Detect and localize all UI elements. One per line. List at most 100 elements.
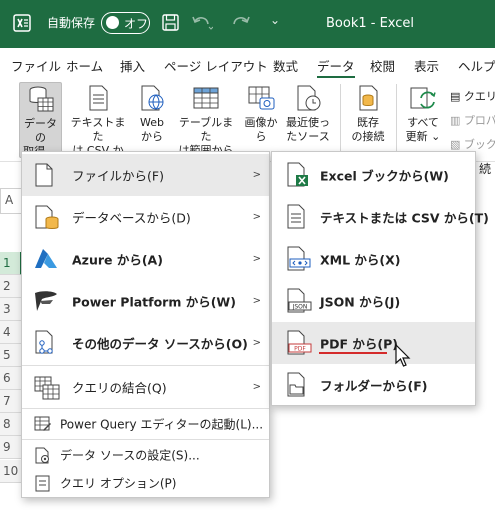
workbook-links-button[interactable]: ▧ ブック [450,136,495,152]
file-icon [35,163,53,187]
autosave-label: 自動保存 [47,16,96,30]
undo-icon[interactable] [191,13,213,33]
links-icon: ▧ [450,138,461,151]
ribbon-tabs: ファイル ホーム 挿入 ページ レイアウト 数式 データ 校閲 表示 ヘルプ [0,48,495,79]
text-file-icon [89,85,108,111]
menu-item-combine-queries[interactable]: クエリの結合(Q) > [22,367,269,407]
from-picture-label-1: 画像から [244,116,278,143]
query-options-icon [35,475,50,492]
row-header[interactable]: 6 [0,367,22,390]
submenu-arrow-icon: > [252,337,261,349]
recent-sources-button[interactable]: 最近使っ たソース [284,82,332,158]
menu-item-from-other-sources[interactable]: その他のデータ ソースから(O) > [22,322,269,364]
get-data-menu: ファイルから(F) > データベースから(D) > Azure から(A) > … [21,151,270,498]
menu-separator [22,365,269,366]
from-table-button[interactable]: テーブルまた は範囲から [175,82,237,158]
tab-data[interactable]: データ [317,56,355,79]
submenu-arrow-icon: > [252,169,261,181]
redo-icon[interactable] [230,13,252,33]
submenu-item-excel-workbook[interactable]: Excel ブックから(W) [272,154,475,196]
tab-review[interactable]: 校閲 [370,56,395,75]
properties-button[interactable]: ▥ プロパ [450,112,495,128]
document-title: Book1 - Excel [326,16,415,31]
menu-item-label: クエリ オプション(P) [60,476,177,491]
submenu-item-xml[interactable]: XML から(X) [272,238,475,280]
excel-logo-icon [13,14,31,32]
submenu-arrow-icon: > [252,295,261,307]
queries-icon: ▤ [450,90,461,103]
row-header[interactable]: 10 [0,460,22,483]
submenu-item-folder[interactable]: フォルダーから(F) [272,364,475,406]
menu-item-from-azure[interactable]: Azure から(A) > [22,238,269,280]
save-icon[interactable] [162,14,179,31]
menu-separator [22,439,269,440]
mouse-pointer-icon [395,344,411,367]
properties-icon: ▥ [450,114,461,127]
submenu-item-label: Excel ブックから(W) [320,168,449,184]
tab-formulas[interactable]: 数式 [273,56,298,75]
database-table-icon [29,86,53,112]
menu-item-query-options[interactable]: クエリ オプション(P) [22,469,269,497]
existing-connections-icon [359,85,378,111]
recent-clock-icon [297,85,321,111]
menu-item-from-file[interactable]: ファイルから(F) > [22,154,269,196]
menu-item-from-power-platform[interactable]: Power Platform から(W) > [22,280,269,322]
submenu-item-label: フォルダーから(F) [320,378,428,394]
data-source-settings-icon [35,447,49,464]
tab-help[interactable]: ヘルプ [458,56,495,75]
pdf-icon: PDF [287,330,312,355]
row-header[interactable]: 7 [0,390,22,413]
tab-home[interactable]: ホーム [66,56,103,75]
tab-view[interactable]: 表示 [414,56,439,75]
existing-connections-button[interactable]: 既存 の接続 [348,82,388,158]
row-header[interactable]: 8 [0,413,22,436]
power-platform-icon [35,291,57,311]
row-header[interactable]: 5 [0,344,22,367]
from-text-csv-button[interactable]: テキストまた は CSV から [68,82,128,171]
folder-icon [287,372,305,397]
tab-insert[interactable]: 挿入 [120,56,145,75]
title-bar: 自動保存 オフ ⌄ Book1 - Excel [0,0,495,48]
submenu-item-label: JSON から(J) [320,294,401,310]
menu-item-label: データベースから(D) [72,210,191,226]
menu-item-launch-pq-editor[interactable]: Power Query エディターの起動(L)... [22,410,269,438]
tab-file[interactable]: ファイル [11,56,61,75]
row-header[interactable]: 4 [0,321,22,344]
excel-workbook-icon [287,162,308,187]
row-header[interactable]: 1 [0,252,22,275]
queries-label: クエリ [463,90,495,103]
queries-button[interactable]: ▤ クエリ [450,88,495,104]
submenu-item-text-csv[interactable]: テキストまたは CSV から(T) [272,196,489,238]
existing-connections-label-2: の接続 [351,130,385,143]
from-table-label-1: テーブルまた [178,116,234,143]
row-header[interactable]: 9 [0,436,22,459]
from-web-button[interactable]: Web から [134,82,170,158]
tab-page-layout[interactable]: ページ レイアウト [164,56,268,75]
submenu-item-json[interactable]: JSON JSON から(J) [272,280,475,322]
menu-item-label: ファイルから(F) [72,168,164,184]
refresh-all-button[interactable]: すべて 更新 ⌄ [402,82,444,158]
refresh-all-label-2: 更新 ⌄ [405,130,441,143]
autosave-toggle[interactable]: オフ [101,12,150,34]
text-csv-icon [287,204,305,229]
menu-item-label: Power Platform から(W) [72,294,236,310]
row-header[interactable]: 3 [0,298,22,321]
menu-separator [22,408,269,409]
svg-text:JSON: JSON [292,304,308,311]
submenu-item-label: XML から(X) [320,252,401,268]
ribbon-cut-off-text: 続 [479,162,492,176]
from-web-label-2: から [141,130,163,143]
row-header[interactable]: 2 [0,275,22,298]
toggle-state-label: オフ [124,17,149,31]
name-box[interactable]: A [0,188,22,214]
menu-item-data-source-settings[interactable]: データ ソースの設定(S)... [22,441,269,469]
get-data-button[interactable]: データの 取得 ⌄ [19,82,62,158]
submenu-item-pdf[interactable]: PDF PDF から(P) [272,322,475,364]
combine-queries-icon [34,376,60,400]
from-picture-button[interactable]: 画像から ⌄ [242,82,280,158]
refresh-all-label-1: すべて [407,116,439,129]
customize-qat-icon[interactable]: ⌄ [270,13,280,27]
ribbon: データの 取得 ⌄ テキストまた は CSV から Web から テーブルまた … [0,78,495,171]
menu-item-from-database[interactable]: データベースから(D) > [22,196,269,238]
ribbon-group-separator [340,84,341,154]
